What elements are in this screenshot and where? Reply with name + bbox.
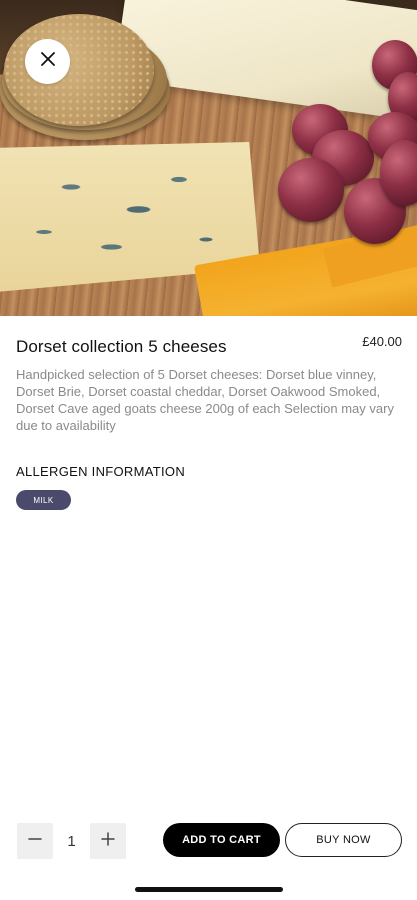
product-header: Dorset collection 5 cheeses £40.00 (16, 334, 402, 357)
allergen-badge-milk: MILK (16, 490, 71, 510)
product-title: Dorset collection 5 cheeses (16, 337, 227, 356)
quantity-decrease-button[interactable] (17, 823, 53, 859)
plus-icon (100, 831, 116, 852)
minus-icon (27, 831, 43, 852)
home-indicator[interactable] (135, 887, 283, 892)
product-price: £40.00 (362, 334, 402, 349)
close-icon (40, 51, 56, 72)
quantity-value: 1 (67, 832, 76, 850)
allergen-heading: ALLERGEN INFORMATION (16, 464, 186, 479)
quantity-increase-button[interactable] (90, 823, 126, 859)
add-to-cart-button[interactable]: ADD TO CART (163, 823, 280, 857)
buy-now-button[interactable]: BUY NOW (285, 823, 402, 857)
product-description: Handpicked selection of 5 Dorset cheeses… (16, 367, 394, 433)
close-button[interactable] (25, 39, 70, 84)
product-detail-screen: Dorset collection 5 cheeses £40.00 Handp… (0, 0, 417, 900)
